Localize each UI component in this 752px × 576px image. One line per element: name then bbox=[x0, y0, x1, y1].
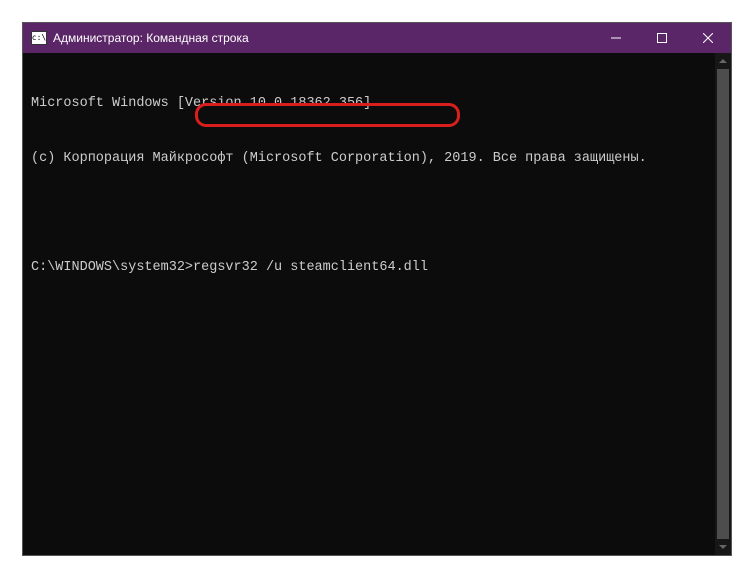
scrollbar-thumb[interactable] bbox=[717, 69, 729, 539]
typed-command: regsvr32 /u steamclient64.dll bbox=[193, 260, 428, 275]
vertical-scrollbar[interactable] bbox=[715, 53, 731, 555]
terminal-output[interactable]: Microsoft Windows [Version 10.0.18362.35… bbox=[23, 53, 731, 555]
scrollbar-track[interactable] bbox=[715, 69, 731, 539]
window-title: Администратор: Командная строка bbox=[53, 31, 593, 45]
minimize-button[interactable] bbox=[593, 23, 639, 53]
scroll-down-arrow-icon[interactable] bbox=[715, 539, 731, 555]
copyright-line: (c) Корпорация Майкрософт (Microsoft Cor… bbox=[31, 150, 723, 168]
prompt-path: C:\WINDOWS\system32> bbox=[31, 260, 193, 275]
version-line: Microsoft Windows [Version 10.0.18362.35… bbox=[31, 95, 723, 113]
prompt-line: C:\WINDOWS\system32>regsvr32 /u steamcli… bbox=[31, 259, 723, 277]
window-controls bbox=[593, 23, 731, 53]
command-prompt-window: c:\ Администратор: Командная строка Micr… bbox=[22, 22, 732, 556]
close-button[interactable] bbox=[685, 23, 731, 53]
scroll-up-arrow-icon[interactable] bbox=[715, 53, 731, 69]
maximize-button[interactable] bbox=[639, 23, 685, 53]
blank-line bbox=[31, 205, 723, 223]
cmd-icon: c:\ bbox=[31, 31, 47, 45]
titlebar[interactable]: c:\ Администратор: Командная строка bbox=[23, 23, 731, 53]
